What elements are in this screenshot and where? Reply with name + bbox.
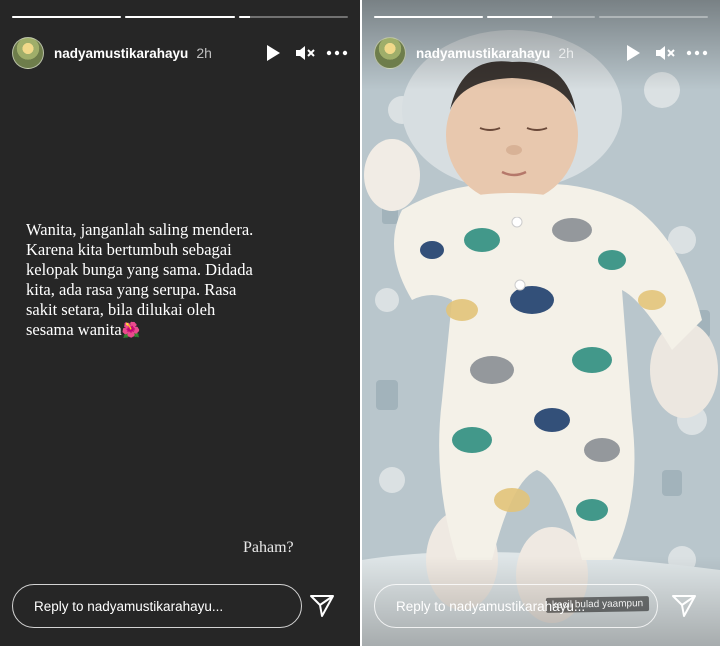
more-icon[interactable] [686,42,708,64]
reply-placeholder: Reply to nadyamustikarahayu... [396,598,586,614]
baby-photo [362,0,720,646]
timestamp: 2h [558,45,574,61]
reply-input[interactable]: Reply to nadyamustikarahayu... [12,584,302,628]
story-header: nadyamustikarahayu 2h [374,36,708,70]
send-icon[interactable] [308,592,336,620]
story-message: Wanita, janganlah saling mendera. Karena… [26,220,326,341]
speaker-muted-icon[interactable] [654,42,676,64]
story-line: sakit setara, bila dilukai oleh [26,300,216,319]
flower-emoji: 🌺 [121,323,141,339]
story-header: nadyamustikarahayu 2h [12,36,348,70]
reply-input[interactable]: Reply to nadyamustikarahayu... [374,584,658,628]
progress-segment [486,16,596,18]
story-progress [374,16,709,19]
story-caption: Paham? [243,539,294,556]
story-progress [12,16,348,19]
reply-placeholder: Reply to nadyamustikarahayu... [34,598,224,614]
progress-segment [125,16,235,18]
story-text-post[interactable]: nadyamustikarahayu 2h Wanita, janganlah … [0,0,360,646]
play-icon[interactable] [262,42,284,64]
progress-segment [12,16,122,18]
username[interactable]: nadyamustikarahayu [416,46,550,61]
avatar[interactable] [374,37,406,69]
story-line-last: sesama wanita🌺 [26,320,326,341]
story-line: kita, ada rasa yang serupa. Rasa [26,280,237,299]
play-icon[interactable] [622,42,644,64]
username[interactable]: nadyamustikarahayu [54,46,188,61]
timestamp: 2h [196,45,212,61]
story-line: Karena kita bertumbuh sebagai [26,240,232,259]
more-icon[interactable] [326,42,348,64]
send-icon[interactable] [670,592,698,620]
story-line: Wanita, janganlah saling mendera. [26,220,254,239]
progress-segment [599,16,709,18]
speaker-muted-icon[interactable] [294,42,316,64]
progress-segment [374,16,483,18]
story-line: kelopak bunga yang sama. Didada [26,260,253,279]
story-photo-post[interactable]: nadyamustikarahayu 2h kecil bulad yaampu… [362,0,720,646]
progress-segment [238,16,348,18]
avatar[interactable] [12,37,44,69]
story-line: sesama wanita [26,320,122,339]
